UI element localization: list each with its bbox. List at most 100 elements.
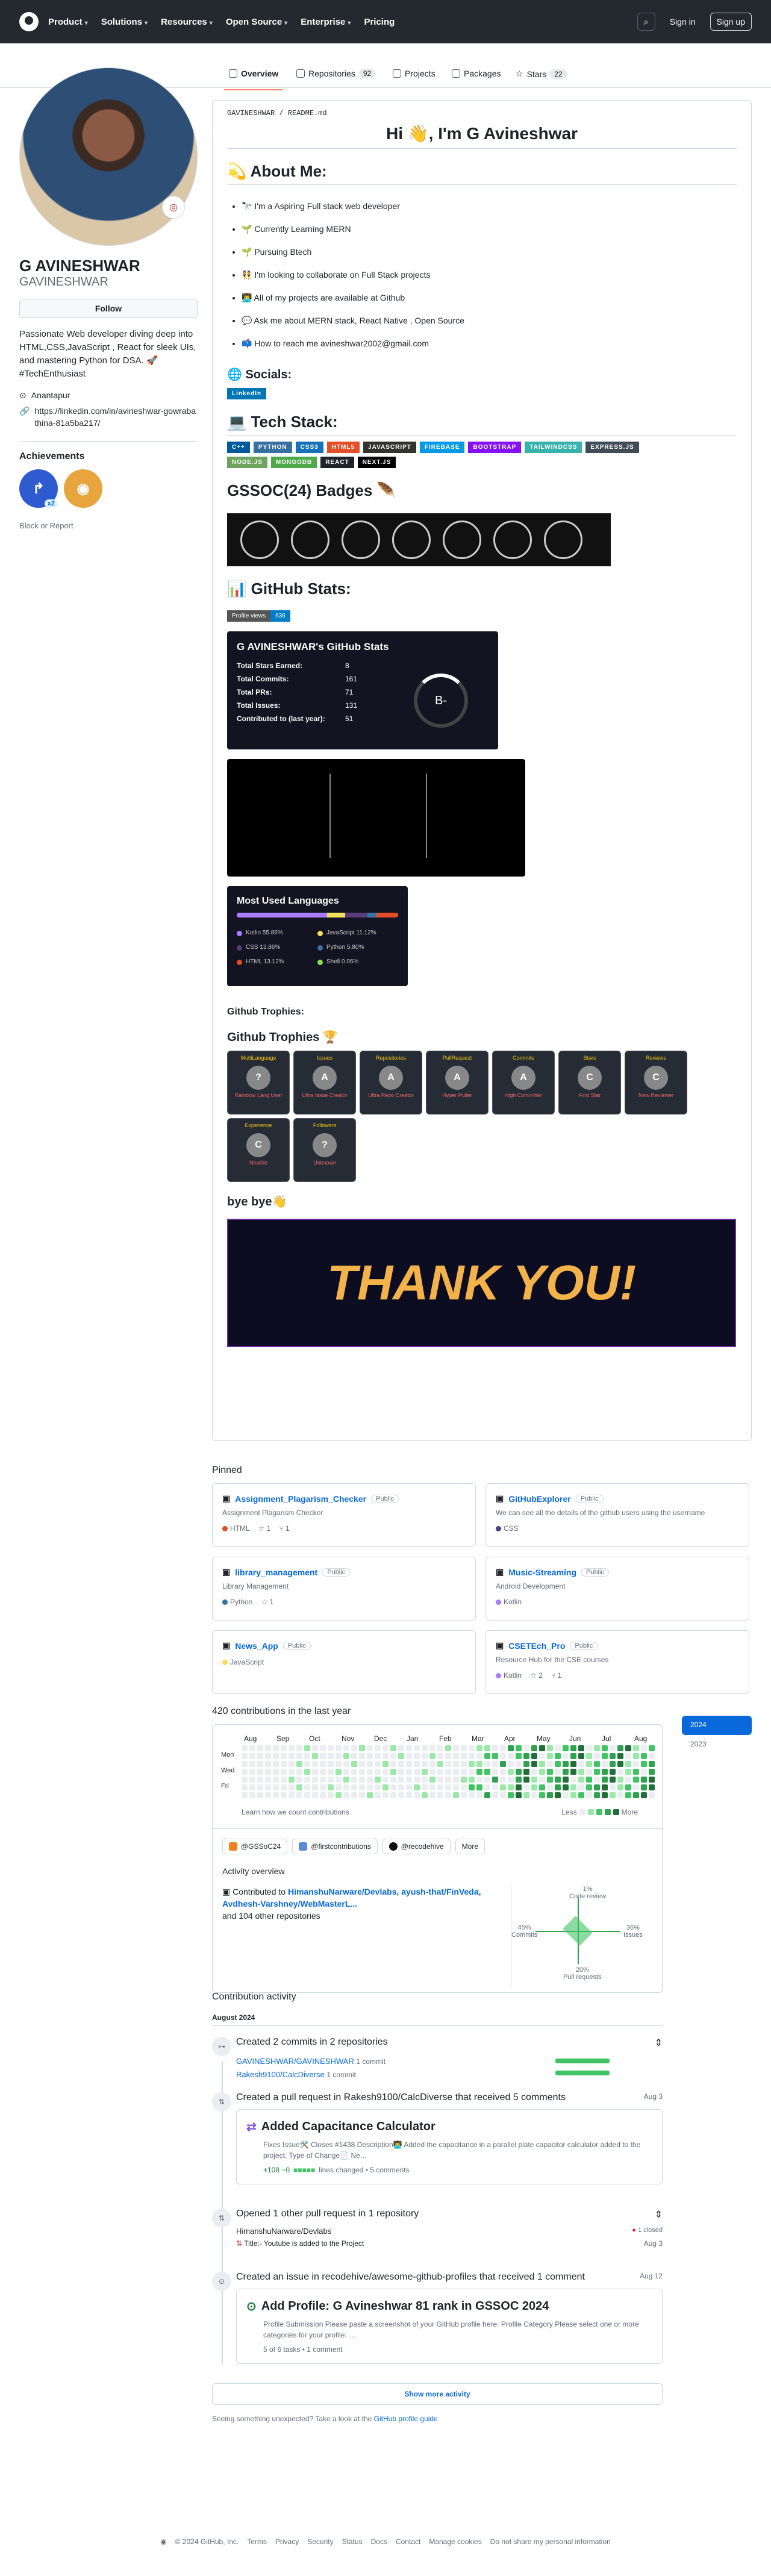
contribution-cell[interactable] (445, 1777, 451, 1783)
contribution-cell[interactable] (555, 1792, 561, 1798)
contribution-cell[interactable] (570, 1769, 576, 1775)
contribution-cell[interactable] (625, 1777, 631, 1783)
contribution-cell[interactable] (320, 1777, 326, 1783)
contribution-cell[interactable] (320, 1784, 326, 1790)
footer-link[interactable]: Do not share my personal information (490, 2537, 611, 2546)
contribution-cell[interactable] (531, 1745, 537, 1751)
contribution-cell[interactable] (610, 1745, 616, 1751)
contribution-cell[interactable] (500, 1745, 506, 1751)
nav-resources[interactable]: Resources ▾ (161, 17, 213, 27)
contribution-cell[interactable] (555, 1777, 561, 1783)
contribution-cell[interactable] (312, 1753, 318, 1759)
contribution-cell[interactable] (594, 1753, 600, 1759)
contribution-cell[interactable] (257, 1792, 263, 1798)
repo-link[interactable]: News_App (235, 1641, 278, 1651)
contribution-cell[interactable] (273, 1761, 279, 1767)
contribution-cell[interactable] (320, 1761, 326, 1767)
contribution-cell[interactable] (547, 1761, 553, 1767)
linkedin-badge[interactable]: LinkedIn (227, 388, 267, 399)
footer-link[interactable]: Terms (247, 2537, 267, 2546)
contribution-cell[interactable] (570, 1753, 576, 1759)
contribution-cell[interactable] (602, 1753, 608, 1759)
commit-count[interactable]: 1 commit (326, 2071, 356, 2079)
contribution-cell[interactable] (273, 1784, 279, 1790)
block-report-link[interactable]: Block or Report (19, 516, 198, 530)
repo-link[interactable]: CSETEch_Pro (508, 1641, 565, 1651)
contribution-cell[interactable] (563, 1753, 569, 1759)
contribution-cell[interactable] (249, 1745, 255, 1751)
profile-link[interactable]: https://linkedin.com/in/avineshwar-gowra… (34, 405, 198, 429)
contribution-cell[interactable] (523, 1769, 529, 1775)
contribution-cell[interactable] (273, 1777, 279, 1783)
nav-open-source[interactable]: Open Source ▾ (226, 17, 287, 27)
contribution-cell[interactable] (445, 1745, 451, 1751)
contribution-cell[interactable] (437, 1792, 443, 1798)
contribution-cell[interactable] (273, 1745, 279, 1751)
contribution-cell[interactable] (602, 1784, 608, 1790)
contribution-cell[interactable] (625, 1784, 631, 1790)
contribution-cell[interactable] (492, 1792, 498, 1798)
contribution-cell[interactable] (586, 1769, 592, 1775)
contribution-cell[interactable] (476, 1761, 482, 1767)
contribution-cell[interactable] (555, 1784, 561, 1790)
contribution-cell[interactable] (414, 1761, 420, 1767)
nav-solutions[interactable]: Solutions ▾ (101, 17, 148, 27)
contribution-cell[interactable] (265, 1745, 271, 1751)
contribution-cell[interactable] (633, 1784, 639, 1790)
contribution-cell[interactable] (390, 1753, 396, 1759)
contribution-cell[interactable] (257, 1777, 263, 1783)
contribution-cell[interactable] (242, 1753, 248, 1759)
contribution-cell[interactable] (484, 1753, 490, 1759)
contribution-cell[interactable] (296, 1745, 302, 1751)
footer-link[interactable]: Status (342, 2537, 363, 2546)
contribution-cell[interactable] (539, 1777, 545, 1783)
contribution-cell[interactable] (453, 1745, 459, 1751)
contribution-cell[interactable] (610, 1777, 616, 1783)
contribution-cell[interactable] (578, 1769, 584, 1775)
tab-overview[interactable]: Overview (224, 65, 284, 90)
contribution-cell[interactable] (351, 1792, 357, 1798)
contribution-cell[interactable] (641, 1769, 647, 1775)
contribution-cell[interactable] (242, 1777, 248, 1783)
contribution-cell[interactable] (343, 1784, 349, 1790)
contribution-cell[interactable] (594, 1784, 600, 1790)
contribution-cell[interactable] (281, 1784, 287, 1790)
contribution-cell[interactable] (328, 1769, 334, 1775)
contribution-cell[interactable] (375, 1745, 381, 1751)
footer-link[interactable]: Docs (371, 2537, 387, 2546)
contribution-cell[interactable] (406, 1761, 412, 1767)
contribution-cell[interactable] (539, 1792, 545, 1798)
pr-title[interactable]: Added Capacitance Calculator (261, 2120, 435, 2134)
contribution-cell[interactable] (617, 1769, 623, 1775)
contribution-cell[interactable] (531, 1792, 537, 1798)
show-more-activity-button[interactable]: Show more activity (212, 2383, 663, 2405)
collapse-icon[interactable]: ⇕ (655, 2209, 663, 2221)
contribution-cell[interactable] (351, 1769, 357, 1775)
contribution-cell[interactable] (523, 1784, 529, 1790)
github-footer-logo-icon[interactable]: ◉ (160, 2537, 166, 2546)
contribution-cell[interactable] (257, 1745, 263, 1751)
contribution-cell[interactable] (375, 1761, 381, 1767)
nav-enterprise[interactable]: Enterprise ▾ (301, 17, 351, 27)
contribution-cell[interactable] (289, 1753, 295, 1759)
contribution-cell[interactable] (336, 1753, 342, 1759)
contribution-cell[interactable] (406, 1753, 412, 1759)
contribution-cell[interactable] (563, 1792, 569, 1798)
contribution-cell[interactable] (351, 1777, 357, 1783)
contribution-cell[interactable] (289, 1792, 295, 1798)
contribution-cell[interactable] (422, 1792, 428, 1798)
contribution-cell[interactable] (382, 1745, 389, 1751)
contribution-cell[interactable] (296, 1761, 302, 1767)
contribution-cell[interactable] (249, 1769, 255, 1775)
contribution-cell[interactable] (563, 1777, 569, 1783)
contribution-cell[interactable] (429, 1761, 435, 1767)
contribution-cell[interactable] (547, 1753, 553, 1759)
contribution-cell[interactable] (406, 1784, 412, 1790)
contribution-cell[interactable] (249, 1761, 255, 1767)
tab-repositories[interactable]: Repositories 92 (292, 65, 380, 82)
contribution-cell[interactable] (437, 1761, 443, 1767)
contribution-cell[interactable] (539, 1761, 545, 1767)
contribution-cell[interactable] (641, 1777, 647, 1783)
contribution-cell[interactable] (281, 1753, 287, 1759)
list-item[interactable]: 👨‍💻 All of my projects are available at … (242, 286, 737, 309)
